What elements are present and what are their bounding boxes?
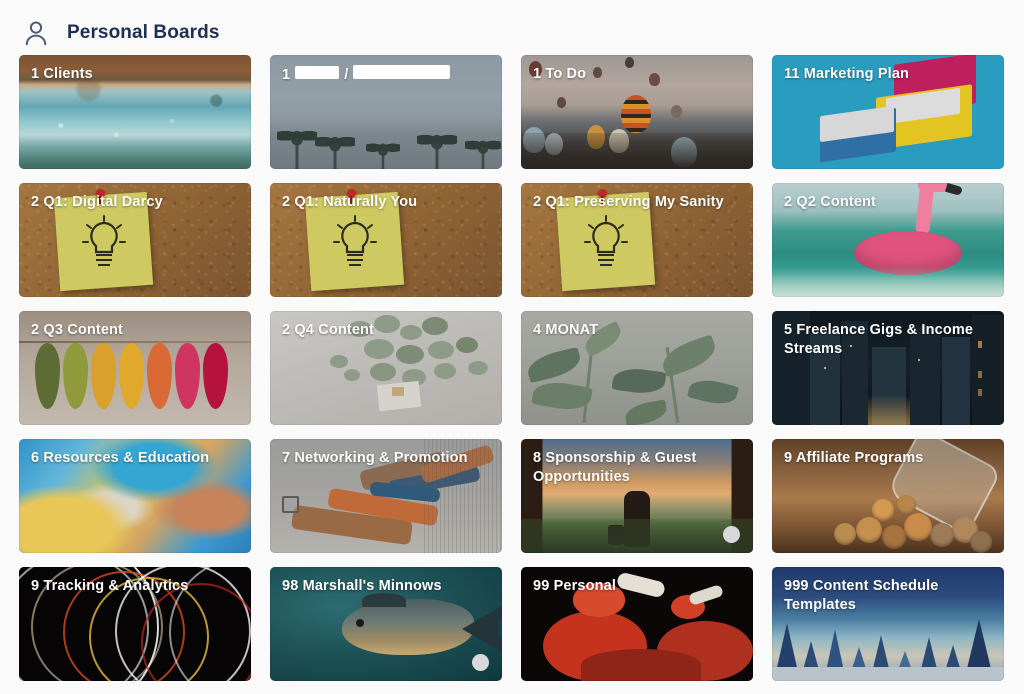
board-title: 1 To Do	[533, 66, 587, 82]
board-tile-resources-education[interactable]: 6 Resources & Education	[19, 439, 251, 553]
board-title: 4 MONAT	[533, 322, 599, 338]
redacted-text-block	[295, 66, 340, 79]
board-title: 9 Affiliate Programs	[784, 450, 924, 466]
board-tile-redacted[interactable]: 1 /	[270, 55, 502, 169]
board-title: 999 Content Schedule Templates	[784, 578, 939, 614]
board-tile-q2-content[interactable]: 2 Q2 Content	[772, 183, 1004, 297]
page-title: Personal Boards	[67, 22, 220, 43]
redacted-text-block	[353, 65, 451, 79]
board-badge-square	[282, 496, 299, 513]
board-tile-content-schedule-templates[interactable]: 999 Content Schedule Templates	[772, 567, 1004, 681]
board-title: 1 /	[282, 65, 488, 85]
board-title: 8 Sponsorship & Guest Opportunities	[533, 450, 697, 486]
board-badge-dot	[472, 654, 489, 671]
board-tile-freelance-gigs[interactable]: 5 Freelance Gigs & Income Streams	[772, 311, 1004, 425]
board-title: 1 Clients	[31, 66, 93, 82]
board-title: 2 Q3 Content	[31, 322, 124, 338]
board-title: 2 Q1: Naturally You	[282, 194, 418, 210]
board-tile-clients[interactable]: 1 Clients	[19, 55, 251, 169]
board-badge-dot	[723, 526, 740, 543]
board-tile-personal[interactable]: 99 Personal	[521, 567, 753, 681]
board-tile-tracking-analytics[interactable]: 9 Tracking & Analytics	[19, 567, 251, 681]
lightbulb-icon	[333, 215, 377, 266]
board-title: 2 Q4 Content	[282, 322, 375, 338]
board-title: 5 Freelance Gigs & Income Streams	[784, 322, 974, 358]
person-icon	[25, 21, 47, 45]
board-tile-monat[interactable]: 4 MONAT	[521, 311, 753, 425]
board-title: 9 Tracking & Analytics	[31, 578, 189, 594]
lightbulb-icon	[82, 215, 126, 266]
board-tile-networking-promotion[interactable]: 7 Networking & Promotion	[270, 439, 502, 553]
board-tile-marketing-plan[interactable]: 11 Marketing Plan	[772, 55, 1004, 169]
board-tile-q3-content[interactable]: 2 Q3 Content	[19, 311, 251, 425]
board-title-number: 1	[282, 67, 291, 83]
board-title: 7 Networking & Promotion	[282, 450, 468, 466]
board-title: 2 Q1: Digital Darcy	[31, 194, 163, 210]
board-tile-q1-preserving-my-sanity[interactable]: 2 Q1: Preserving My Sanity	[521, 183, 753, 297]
board-title-separator: /	[344, 67, 349, 83]
board-title: 2 Q1: Preserving My Sanity	[533, 194, 724, 210]
lightbulb-icon	[584, 215, 628, 266]
section-header: Personal Boards	[0, 0, 1024, 52]
board-grid: 1 Clients 1 / 1 To Do 11 Marketing Plan …	[19, 55, 1005, 681]
board-tile-q4-content[interactable]: 2 Q4 Content	[270, 311, 502, 425]
personal-boards-page: Personal Boards 1 Clients 1 / 1 To Do 11…	[0, 0, 1024, 694]
board-tile-sponsorship-guest[interactable]: 8 Sponsorship & Guest Opportunities	[521, 439, 753, 553]
board-title: 2 Q2 Content	[784, 194, 877, 210]
board-title: 6 Resources & Education	[31, 450, 210, 466]
board-tile-affiliate-programs[interactable]: 9 Affiliate Programs	[772, 439, 1004, 553]
board-tile-marshalls-minnows[interactable]: 98 Marshall's Minnows	[270, 567, 502, 681]
board-title: 99 Personal	[533, 578, 617, 594]
board-tile-to-do[interactable]: 1 To Do	[521, 55, 753, 169]
board-title: 98 Marshall's Minnows	[282, 578, 442, 594]
board-tile-q1-digital-darcy[interactable]: 2 Q1: Digital Darcy	[19, 183, 251, 297]
board-tile-q1-naturally-you[interactable]: 2 Q1: Naturally You	[270, 183, 502, 297]
board-title: 11 Marketing Plan	[784, 66, 910, 82]
